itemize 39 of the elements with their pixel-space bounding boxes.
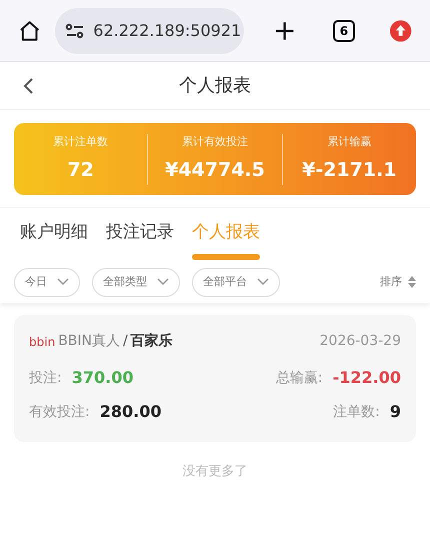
filter-dropdown[interactable]: 全部平台 xyxy=(192,268,280,296)
field-label: 有效投注: xyxy=(29,402,90,422)
stat-label: 累计有效投注 xyxy=(182,134,248,150)
home-icon[interactable] xyxy=(18,18,42,42)
tab[interactable]: 账户明细 xyxy=(20,220,88,260)
sort-button[interactable]: 排序 xyxy=(380,274,416,290)
stat-value: 72 xyxy=(67,158,94,183)
sort-icon xyxy=(408,276,416,288)
chevron-down-icon xyxy=(157,278,169,286)
upload-icon[interactable] xyxy=(388,18,412,42)
separator: / xyxy=(123,332,128,351)
field-value: 370.00 xyxy=(72,367,134,389)
plus-icon[interactable] xyxy=(274,20,296,42)
url-text: 62.222.189:50921 xyxy=(93,20,242,42)
field-label: 投注: xyxy=(29,368,62,388)
stat-label: 累计输赢 xyxy=(327,134,372,150)
address-bar[interactable]: 62.222.189:50921 xyxy=(55,8,244,54)
field-label: 注单数: xyxy=(333,402,380,422)
back-icon[interactable] xyxy=(22,76,34,94)
stat-label: 累计注单数 xyxy=(53,134,108,150)
tab-count[interactable]: 6 xyxy=(333,20,355,42)
filter-dropdown[interactable]: 今日 xyxy=(14,268,80,296)
field-value: -122.00 xyxy=(332,367,401,389)
field-label: 总输赢: xyxy=(276,368,323,388)
no-more-text: 没有更多了 xyxy=(182,463,248,481)
chevron-down-icon xyxy=(57,278,69,286)
page-title: 个人报表 xyxy=(179,74,251,98)
filter-dropdown[interactable]: 全部类型 xyxy=(92,268,180,296)
field-value: 280.00 xyxy=(100,401,162,423)
game-name: 百家乐 xyxy=(130,332,173,351)
platform-name: BBIN真人 xyxy=(58,332,120,351)
chevron-down-icon xyxy=(257,278,269,286)
tab[interactable]: 投注记录 xyxy=(106,220,174,260)
stat-value: ¥44774.5 xyxy=(165,158,265,183)
stat-value: ¥-2171.1 xyxy=(302,158,397,183)
bbin-logo: bbin xyxy=(29,334,56,350)
field-value: 9 xyxy=(390,401,401,423)
record-date: 2026-03-29 xyxy=(320,332,401,351)
site-settings-icon xyxy=(65,22,86,38)
